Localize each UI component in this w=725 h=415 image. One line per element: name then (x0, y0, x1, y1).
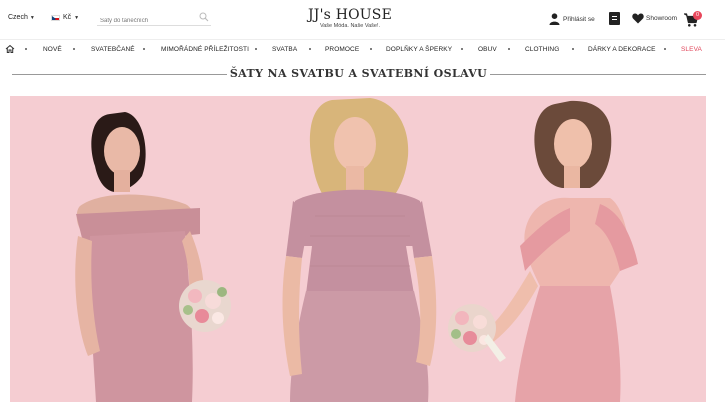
hero-banner[interactable] (10, 96, 706, 402)
showroom-label: Showroom (646, 15, 678, 22)
nav-separator (309, 48, 311, 50)
section-title-row: ŠATY NA SVATBU A SVATEBNÍ OSLAVU (0, 66, 725, 82)
nav-item-svatebcane[interactable]: SVATEBČANÉ (91, 46, 135, 53)
logo-name: JJ's HOUSE (307, 7, 392, 23)
heart-icon (632, 13, 644, 24)
sign-in-link[interactable]: Přihlásit se (549, 13, 595, 25)
nav-item-sleva[interactable]: SLEVA (681, 46, 702, 53)
user-icon (549, 13, 560, 25)
nav-item-clothing[interactable]: CLOTHING (525, 46, 559, 53)
model-center (282, 98, 437, 402)
search-box (97, 9, 211, 29)
cart-count-badge: 0 (693, 11, 702, 20)
section-title: ŠATY NA SVATBU A SVATEBNÍ OSLAVU (229, 67, 488, 80)
nav-item-nove[interactable]: NOVÉ (43, 46, 62, 53)
chevron-down-icon: ▼ (29, 14, 35, 21)
search-input[interactable] (97, 13, 197, 29)
chevron-down-icon: ▼ (74, 14, 80, 21)
sign-in-label: Přihlásit se (563, 15, 595, 23)
nav-separator (461, 48, 463, 50)
nav-separator (143, 48, 145, 50)
search-icon[interactable] (199, 12, 209, 22)
main-nav: NOVÉ SVATEBČANÉ MIMOŘÁDNÉ PŘÍLEŽITOSTI S… (0, 39, 725, 59)
nav-separator (572, 48, 574, 50)
nav-item-obuv[interactable]: OBUV (478, 46, 497, 53)
site-logo[interactable]: JJ's HOUSE Vaše Móda. Naše Vaše!. (300, 7, 400, 29)
showroom-link[interactable]: Showroom (632, 13, 677, 24)
nav-separator (508, 48, 510, 50)
model-left (75, 112, 231, 402)
logo-tagline: Vaše Móda. Naše Vaše!. (319, 23, 381, 29)
home-icon[interactable] (5, 44, 15, 54)
nav-separator (25, 48, 27, 50)
nav-separator (73, 48, 75, 50)
site-header: Czech ▼ Kč ▼ JJ's HOUSE Vaše Móda. Naše … (0, 0, 725, 38)
nav-separator (370, 48, 372, 50)
nav-separator (255, 48, 257, 50)
nav-item-doplnky-a-sperky[interactable]: DOPLŇKY A ŠPERKY (386, 46, 452, 53)
nav-separator (664, 48, 666, 50)
nav-item-promoce[interactable]: PROMOCE (325, 46, 359, 53)
language-label: Czech (8, 14, 28, 21)
nav-item-svatba[interactable]: SVATBA (272, 46, 297, 53)
bridesmaid-models-image (75, 98, 638, 402)
wishlist-icon[interactable] (609, 12, 620, 25)
nav-item-mimoradne-prilezitosti[interactable]: MIMOŘÁDNÉ PŘÍLEŽITOSTI (161, 46, 249, 53)
czech-flag-icon (51, 14, 60, 21)
model-right (448, 100, 638, 402)
nav-item-darky-a-dekorace[interactable]: DÁRKY A DEKORACE (588, 46, 656, 53)
currency-selector[interactable]: Kč ▼ (51, 14, 79, 21)
currency-label: Kč (63, 14, 72, 21)
title-divider-left (12, 74, 227, 75)
language-selector[interactable]: Czech ▼ (8, 14, 35, 21)
title-divider-right (490, 74, 706, 75)
